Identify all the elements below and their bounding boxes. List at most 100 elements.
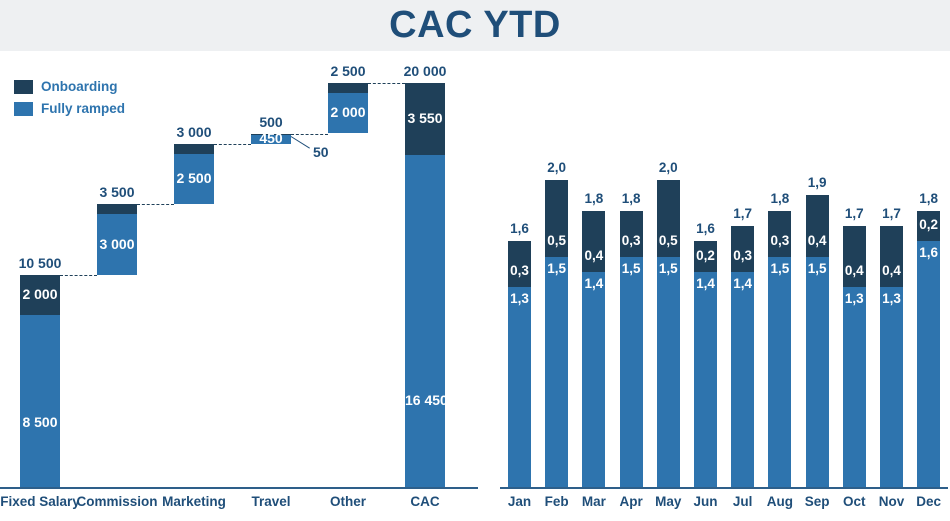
waterfall-bar-travel: 450 — [251, 130, 291, 146]
segment-onboarding: 0,5 — [545, 180, 569, 257]
total-label-dec: 1,8 — [919, 190, 939, 206]
monthly-bar-feb: 0,5 1,5 — [545, 180, 569, 487]
monthly-bar-dec: 0,2 1,6 — [917, 210, 941, 487]
segment-onboarding: 0,5 — [656, 180, 680, 257]
value-label-fully-ramped: 1,5 — [621, 260, 641, 276]
segment-fully-ramped: 1,5 — [545, 256, 569, 487]
segment-onboarding — [328, 83, 368, 94]
monthly-bar-may: 0,5 1,5 — [656, 180, 680, 487]
monthly-bar-oct: 0,4 1,3 — [842, 226, 866, 487]
category-label-other: Other — [329, 494, 366, 509]
value-label-onboarding: 2 000 — [22, 286, 58, 303]
category-label-cac: CAC — [410, 494, 440, 509]
total-label-feb: 2,0 — [547, 160, 567, 175]
value-label-onboarding: 0,2 — [696, 248, 715, 264]
value-label-fully-ramped: 1,4 — [696, 276, 715, 292]
total-label-sep: 1,9 — [807, 175, 827, 191]
connector-line — [137, 204, 174, 206]
waterfall-chart: 2 000 8 500 3 000 2 500 450 2 000 3 550 16 450 … — [0, 51, 480, 521]
segment-onboarding: 0,3 — [731, 226, 755, 273]
total-label-apr: 1,8 — [621, 190, 641, 206]
monthly-bar-aug: 0,3 1,5 — [768, 210, 792, 487]
segment-onboarding: 3 550 — [405, 83, 445, 155]
category-label-commission: Commission — [76, 494, 158, 509]
month-label-dec: Dec — [916, 494, 942, 509]
segment-fully-ramped: 16 450 — [405, 154, 448, 487]
total-label-may: 2,0 — [658, 160, 678, 175]
total-label-commission: 3 500 — [99, 184, 135, 201]
segment-fully-ramped: 1,3 — [842, 287, 866, 487]
segment-fully-ramped: 1,4 — [694, 272, 717, 487]
segment-fully-ramped: 8 500 — [20, 315, 60, 487]
segment-onboarding: 0,3 — [508, 241, 531, 288]
value-label-fully-ramped: 1,4 — [733, 276, 753, 292]
value-label-onboarding: 0,4 — [584, 248, 604, 264]
waterfall-bar-commission: 3 000 — [97, 204, 137, 275]
total-label-nov: 1,7 — [882, 206, 901, 222]
value-label-fully-ramped: 1,3 — [510, 291, 529, 307]
total-label-other: 2 500 — [330, 63, 366, 79]
monthly-bar-jun: 0,2 1,4 — [694, 241, 717, 487]
waterfall-bar-marketing: 2 500 — [174, 143, 214, 205]
value-label-onboarding: 0,4 — [882, 263, 901, 279]
value-label-onboarding: 0,5 — [658, 232, 678, 248]
value-label-fully-ramped: 1,4 — [584, 276, 604, 292]
value-label-onboarding: 0,4 — [844, 263, 864, 279]
value-label-fully-ramped: 2 000 — [330, 104, 366, 121]
segment-onboarding: 0,4 — [805, 195, 829, 257]
segment-onboarding: 0,2 — [917, 210, 941, 242]
segment-onboarding — [97, 204, 137, 215]
total-label-cac: 20 000 — [403, 63, 447, 79]
connector-line — [291, 133, 328, 135]
segment-fully-ramped: 1,5 — [656, 256, 680, 487]
segment-onboarding: 0,4 — [582, 210, 606, 273]
callout-label-travel-onboarding: 50 — [313, 143, 329, 160]
total-label-jun: 1,6 — [696, 221, 715, 237]
segment-fully-ramped: 450 — [251, 130, 291, 146]
category-label-marketing: Marketing — [162, 494, 226, 509]
value-label-fully-ramped: 1,5 — [658, 260, 678, 276]
value-label-fully-ramped: 1,5 — [547, 260, 567, 276]
segment-fully-ramped: 1,5 — [805, 256, 829, 487]
segment-fully-ramped: 3 000 — [97, 214, 137, 275]
total-label-jul: 1,7 — [733, 206, 753, 222]
value-label-fully-ramped: 1,3 — [882, 291, 901, 307]
segment-onboarding: 0,2 — [694, 241, 717, 273]
waterfall-bar-cac: 3 550 16 450 — [405, 83, 448, 487]
segment-onboarding: 0,4 — [842, 226, 866, 288]
category-label-travel: Travel — [251, 494, 291, 509]
segment-fully-ramped: 1,4 — [731, 272, 755, 487]
monthly-bar-jul: 0,3 1,4 — [731, 226, 755, 487]
total-label-travel: 500 — [259, 113, 283, 130]
segment-onboarding: 2 000 — [20, 274, 60, 316]
value-label-fully-ramped: 8 500 — [22, 414, 58, 431]
monthly-bar-nov: 0,4 1,3 — [880, 226, 903, 487]
segment-onboarding: 0,3 — [768, 210, 792, 257]
segment-fully-ramped: 1,3 — [508, 287, 531, 487]
value-label-fully-ramped: 3 000 — [99, 235, 135, 252]
monthly-bar-jan: 0,3 1,3 — [508, 241, 531, 487]
segment-onboarding — [174, 143, 214, 154]
title-band: CAC YTD — [0, 0, 950, 51]
value-label-onboarding: 0,3 — [733, 248, 753, 264]
segment-fully-ramped: 1,3 — [880, 287, 903, 487]
value-label-fully-ramped: 16 450 — [405, 391, 448, 408]
total-label-marketing: 3 000 — [176, 123, 212, 140]
value-label-onboarding: 0,3 — [621, 232, 641, 248]
category-label-fixed-salary: Fixed Salary — [0, 494, 80, 509]
total-label-fixed-salary: 10 500 — [18, 254, 62, 271]
monthly-bar-apr: 0,3 1,5 — [619, 210, 643, 487]
value-label-onboarding: 0,3 — [510, 263, 529, 279]
monthly-bar-sep: 0,4 1,5 — [805, 195, 829, 487]
monthly-axis — [500, 487, 948, 489]
segment-fully-ramped: 1,5 — [768, 256, 792, 487]
chart-page: CAC YTD Onboarding Fully ramped 2 000 8 5… — [0, 0, 950, 521]
monthly-bar-mar: 0,4 1,4 — [582, 210, 606, 487]
connector-line — [214, 143, 251, 145]
total-label-jan: 1,6 — [510, 221, 529, 237]
value-label-fully-ramped: 1,5 — [770, 260, 790, 276]
value-label-onboarding: 3 550 — [407, 109, 443, 126]
segment-fully-ramped: 1,5 — [619, 256, 643, 487]
total-label-aug: 1,8 — [770, 190, 790, 206]
segment-fully-ramped: 2 500 — [174, 153, 214, 205]
